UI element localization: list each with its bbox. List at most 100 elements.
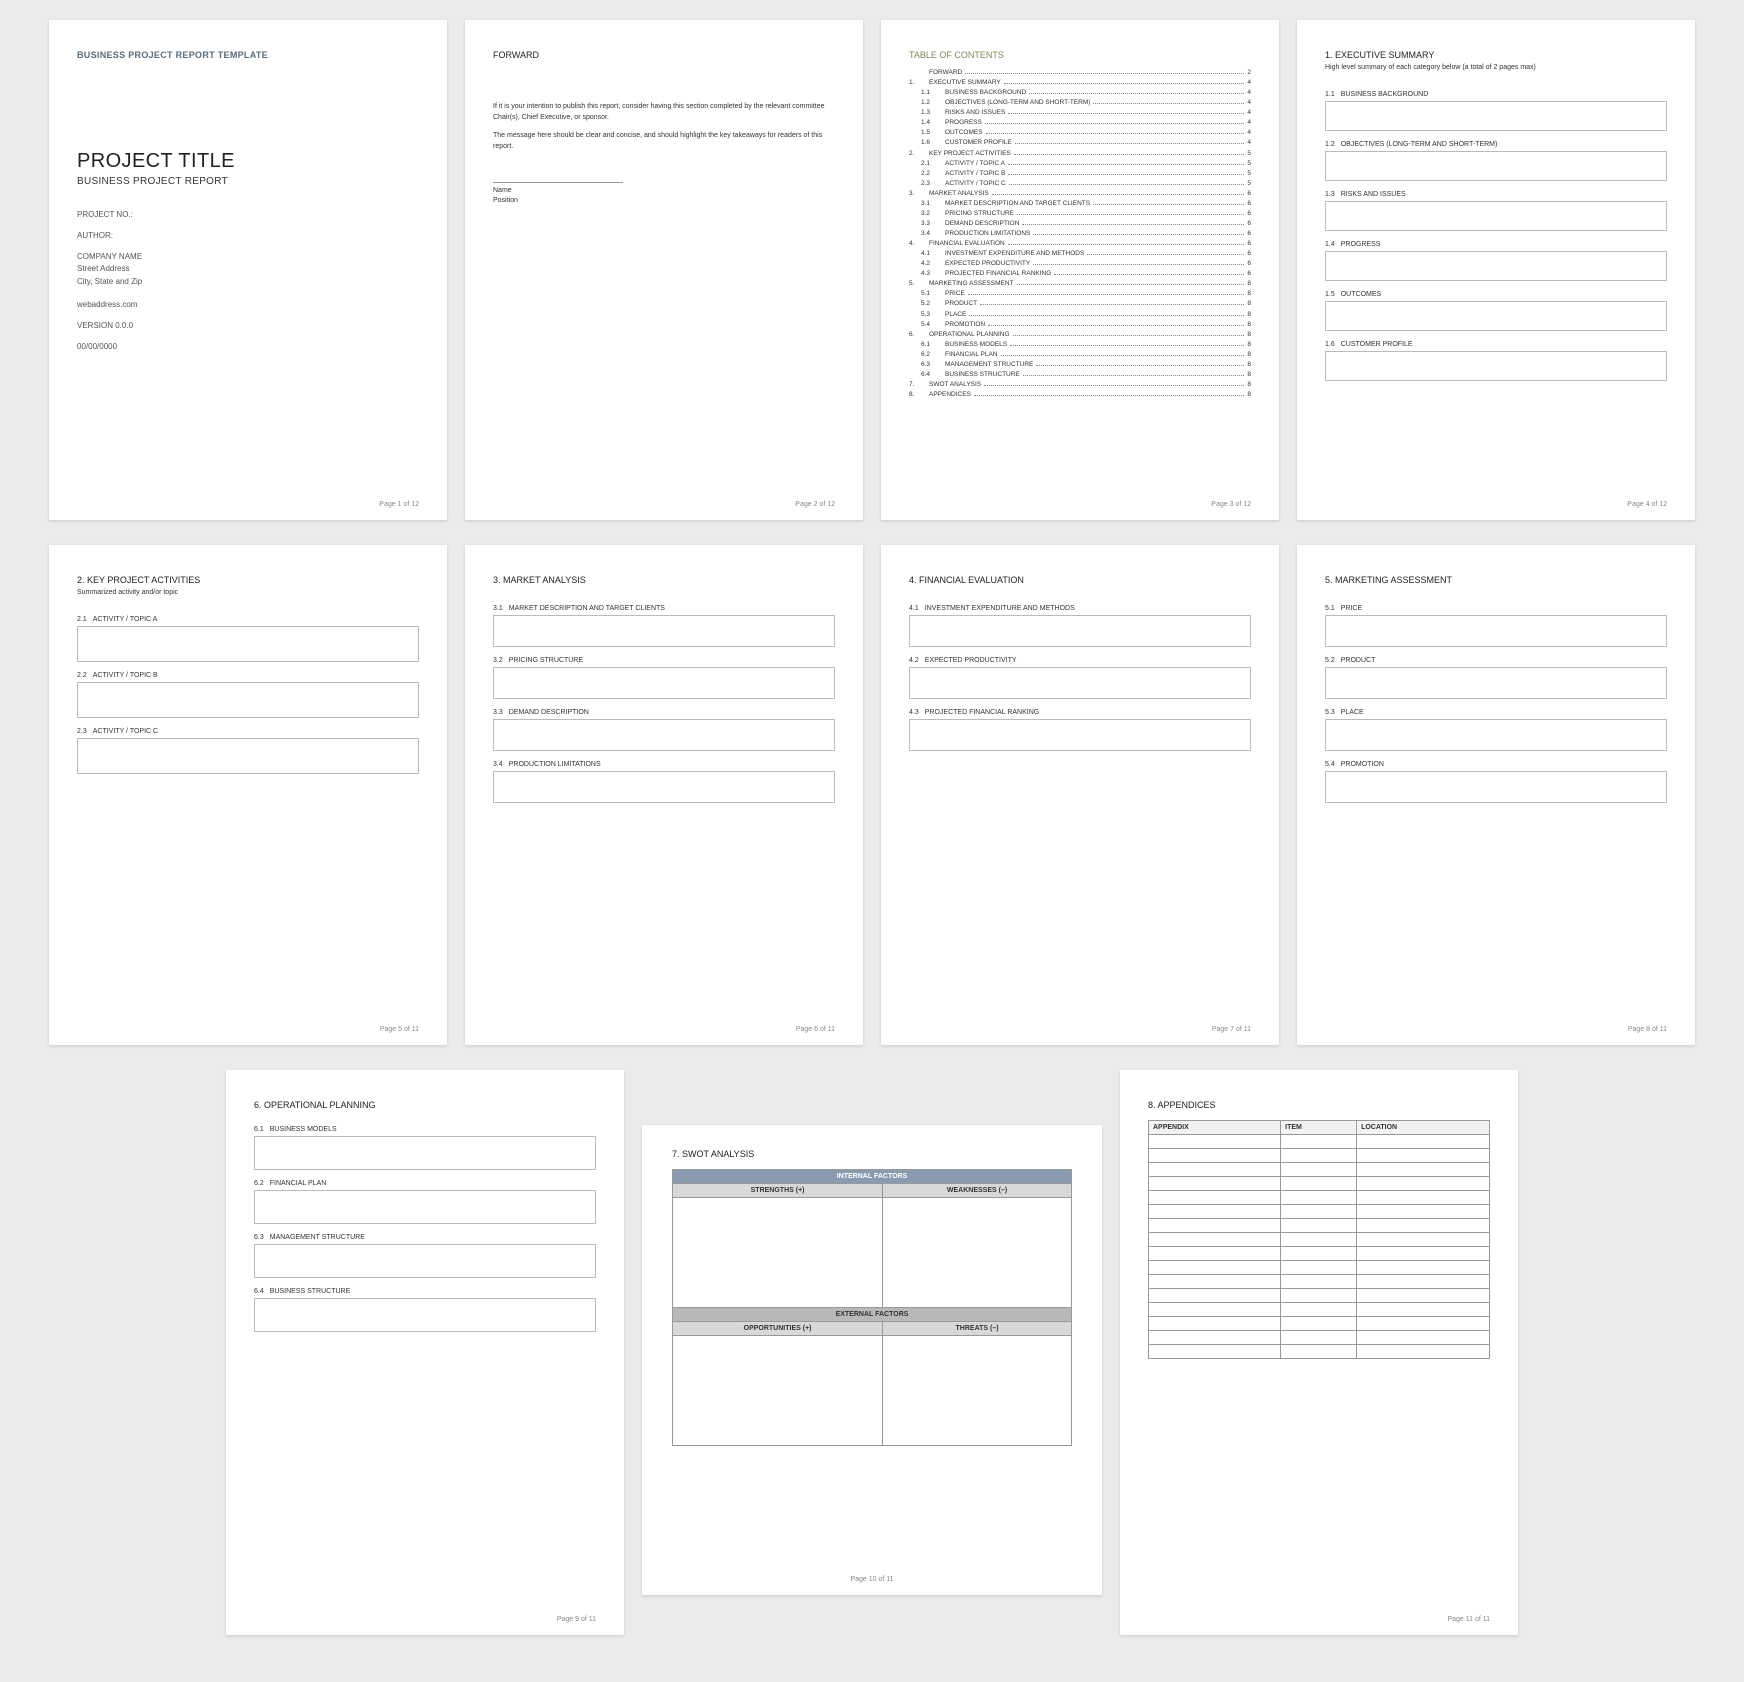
appendix-cell[interactable] <box>1357 1219 1490 1233</box>
appendix-cell[interactable] <box>1281 1247 1357 1261</box>
toc-page: 5 <box>1247 179 1251 189</box>
field-box[interactable] <box>77 738 419 774</box>
field-box[interactable] <box>1325 201 1667 231</box>
toc-dots <box>968 294 1245 295</box>
appendix-cell[interactable] <box>1149 1163 1281 1177</box>
appendix-row <box>1149 1205 1490 1219</box>
appendix-cell[interactable] <box>1357 1275 1490 1289</box>
field-text: PRODUCTION LIMITATIONS <box>509 761 601 768</box>
field-box[interactable] <box>493 771 835 803</box>
field-box[interactable] <box>77 626 419 662</box>
appendix-cell[interactable] <box>1281 1331 1357 1345</box>
appendix-cell[interactable] <box>1357 1317 1490 1331</box>
appendix-cell[interactable] <box>1281 1289 1357 1303</box>
appendix-cell[interactable] <box>1281 1317 1357 1331</box>
appendix-cell[interactable] <box>1149 1191 1281 1205</box>
swot-threats-cell[interactable] <box>883 1336 1072 1446</box>
toc-num: 7. <box>909 380 923 390</box>
toc-row: 1.EXECUTIVE SUMMARY4 <box>909 78 1251 88</box>
toc-num: 6.1 <box>921 340 939 350</box>
appendix-cell[interactable] <box>1149 1275 1281 1289</box>
toc-page: 4 <box>1247 108 1251 118</box>
appendix-cell[interactable] <box>1357 1289 1490 1303</box>
field-box[interactable] <box>493 719 835 751</box>
appendix-cell[interactable] <box>1281 1191 1357 1205</box>
appendix-cell[interactable] <box>1149 1345 1281 1359</box>
appendix-cell[interactable] <box>1357 1261 1490 1275</box>
appendix-cell[interactable] <box>1149 1317 1281 1331</box>
appendix-cell[interactable] <box>1281 1261 1357 1275</box>
appendix-cell[interactable] <box>1357 1331 1490 1345</box>
field-box[interactable] <box>1325 251 1667 281</box>
swot-opportunities-cell[interactable] <box>673 1336 883 1446</box>
field-box[interactable] <box>909 719 1251 751</box>
field-box[interactable] <box>1325 351 1667 381</box>
appendix-cell[interactable] <box>1149 1303 1281 1317</box>
appendix-cell[interactable] <box>1281 1303 1357 1317</box>
appendix-cell[interactable] <box>1357 1149 1490 1163</box>
field-box[interactable] <box>493 615 835 647</box>
field-box[interactable] <box>254 1298 596 1332</box>
appendix-cell[interactable] <box>1281 1177 1357 1191</box>
toc-dots <box>1093 103 1244 104</box>
toc-page: 6 <box>1247 229 1251 239</box>
appendix-cell[interactable] <box>1357 1345 1490 1359</box>
appendix-cell[interactable] <box>1149 1135 1281 1149</box>
appendix-cell[interactable] <box>1281 1135 1357 1149</box>
field-box[interactable] <box>1325 615 1667 647</box>
appendix-cell[interactable] <box>1149 1177 1281 1191</box>
appendix-cell[interactable] <box>1281 1163 1357 1177</box>
appendix-cell[interactable] <box>1281 1233 1357 1247</box>
appendix-cell[interactable] <box>1357 1247 1490 1261</box>
toc-num: 1.6 <box>921 138 939 148</box>
appendix-cell[interactable] <box>1149 1233 1281 1247</box>
swot-strengths-cell[interactable] <box>673 1198 883 1308</box>
toc-page: 8 <box>1247 390 1251 400</box>
appendix-cell[interactable] <box>1357 1177 1490 1191</box>
field-box[interactable] <box>493 667 835 699</box>
appendix-cell[interactable] <box>1281 1219 1357 1233</box>
appendix-cell[interactable] <box>1281 1345 1357 1359</box>
field-box[interactable] <box>909 667 1251 699</box>
field-box[interactable] <box>254 1190 596 1224</box>
appendix-cell[interactable] <box>1357 1191 1490 1205</box>
appendix-cell[interactable] <box>1149 1149 1281 1163</box>
field-box[interactable] <box>77 682 419 718</box>
appendix-cell[interactable] <box>1281 1275 1357 1289</box>
appendix-cell[interactable] <box>1357 1233 1490 1247</box>
field-box[interactable] <box>1325 101 1667 131</box>
toc-row: 1.6CUSTOMER PROFILE4 <box>909 138 1251 148</box>
appendix-cell[interactable] <box>1357 1163 1490 1177</box>
toc-page: 6 <box>1247 259 1251 269</box>
appendix-cell[interactable] <box>1357 1135 1490 1149</box>
field-box[interactable] <box>1325 151 1667 181</box>
toc-label: PRODUCTION LIMITATIONS <box>945 229 1030 239</box>
appendix-cell[interactable] <box>1357 1205 1490 1219</box>
appendix-cell[interactable] <box>1281 1149 1357 1163</box>
toc-row: 1.2OBJECTIVES (LONG-TERM AND SHORT-TERM)… <box>909 98 1251 108</box>
field-box[interactable] <box>1325 771 1667 803</box>
appendix-cell[interactable] <box>1357 1303 1490 1317</box>
field-box[interactable] <box>1325 719 1667 751</box>
page-11: 8. APPENDICES APPENDIXITEMLOCATION Page … <box>1120 1070 1518 1635</box>
row-3: 6. OPERATIONAL PLANNING 6.1BUSINESS MODE… <box>15 1070 1729 1635</box>
field-label: 4.1INVESTMENT EXPENDITURE AND METHODS <box>909 605 1251 612</box>
appendix-cell[interactable] <box>1149 1331 1281 1345</box>
field-box[interactable] <box>254 1136 596 1170</box>
field-number: 1.3 <box>1325 191 1335 198</box>
appendices-table: APPENDIXITEMLOCATION <box>1148 1120 1490 1359</box>
appendix-cell[interactable] <box>1149 1289 1281 1303</box>
field-box[interactable] <box>1325 301 1667 331</box>
toc-row: FORWARD2 <box>909 68 1251 78</box>
field-box[interactable] <box>254 1244 596 1278</box>
field-box[interactable] <box>1325 667 1667 699</box>
field-box[interactable] <box>909 615 1251 647</box>
project-subtitle: BUSINESS PROJECT REPORT <box>77 176 419 187</box>
appendix-cell[interactable] <box>1149 1261 1281 1275</box>
appendix-cell[interactable] <box>1281 1205 1357 1219</box>
swot-weaknesses-cell[interactable] <box>883 1198 1072 1308</box>
appendix-cell[interactable] <box>1149 1219 1281 1233</box>
appendix-cell[interactable] <box>1149 1247 1281 1261</box>
toc-row: 1.4PROGRESS4 <box>909 118 1251 128</box>
appendix-cell[interactable] <box>1149 1205 1281 1219</box>
